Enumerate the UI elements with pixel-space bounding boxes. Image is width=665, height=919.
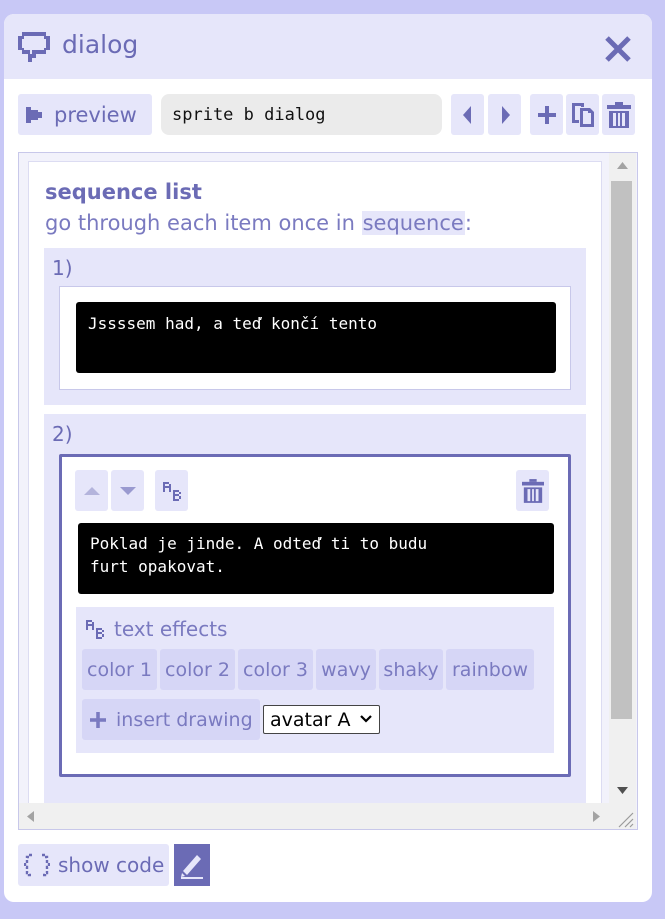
text-effects-header: text effects (84, 617, 227, 641)
vertical-scrollbar[interactable] (609, 153, 636, 803)
trash-icon (521, 478, 544, 503)
dialog-textarea[interactable]: Jssssem had, a teď končí tento (76, 302, 556, 373)
copy-button[interactable] (566, 94, 599, 135)
effect-rainbow-button[interactable]: rainbow (446, 649, 534, 690)
title-bar: dialog (4, 14, 652, 79)
item-number: 2) (52, 422, 73, 446)
move-down-button[interactable] (111, 470, 144, 511)
effect-wavy-button[interactable]: wavy (316, 649, 376, 690)
drawing-select-value: avatar A (270, 708, 351, 731)
delete-item-button[interactable] (516, 470, 549, 511)
close-icon[interactable] (605, 36, 631, 62)
sequence-description: go through each item once in sequence: (45, 211, 472, 235)
item-editor: Jssssem had, a teď končí tento (59, 286, 571, 390)
next-icon (501, 105, 510, 124)
window-title: dialog (62, 30, 139, 59)
text-effects-toggle-button[interactable] (155, 470, 188, 511)
preview-button[interactable]: preview (18, 94, 152, 135)
resize-grip-icon (618, 812, 634, 828)
add-icon (90, 711, 106, 728)
add-button[interactable] (530, 94, 563, 135)
pencil-icon (181, 855, 203, 879)
arrow-down-icon (119, 486, 136, 495)
sequence-item: 1) Jssssem had, a teď končí tento (44, 248, 586, 405)
previous-button[interactable] (451, 94, 484, 135)
scroll-up-icon[interactable] (617, 162, 628, 169)
effect-color1-button[interactable]: color 1 (82, 649, 157, 690)
dialog-panel: dialog preview sprite b dialog sequence … (4, 14, 652, 902)
dialog-name-input[interactable] (161, 94, 442, 135)
move-up-button[interactable] (75, 470, 108, 511)
scroll-right-icon[interactable] (593, 811, 600, 822)
description-prefix: go through each item once in (45, 211, 362, 235)
text-effects-icon (86, 620, 104, 639)
effect-color2-button[interactable]: color 2 (160, 649, 235, 690)
scroll-left-icon[interactable] (27, 811, 34, 822)
play-icon (26, 106, 42, 123)
footer: show code (18, 844, 638, 888)
code-braces-icon (24, 853, 50, 877)
sequence-title: sequence list (45, 180, 202, 204)
scroll-down-icon[interactable] (617, 787, 628, 794)
arrow-up-icon (83, 486, 100, 495)
effect-color3-button[interactable]: color 3 (238, 649, 313, 690)
insert-drawing-label: insert drawing (116, 708, 253, 731)
text-effects-title: text effects (114, 617, 228, 641)
horizontal-scrollbar[interactable] (19, 803, 636, 829)
sequence-card: sequence list go through each item once … (28, 161, 602, 821)
show-code-label: show code (58, 853, 165, 877)
editor-scroll-area[interactable]: sequence list go through each item once … (18, 152, 638, 830)
next-button[interactable] (488, 94, 521, 135)
effect-shaky-button[interactable]: shaky (379, 649, 443, 690)
text-effects-panel: text effects color 1 color 2 color 3 wav… (76, 607, 554, 753)
trash-icon (606, 101, 631, 128)
dialog-textarea[interactable]: Poklad je jinde. A odteď ti to budu furt… (78, 523, 554, 594)
delete-button[interactable] (602, 94, 635, 135)
edit-button[interactable] (174, 844, 210, 886)
add-icon (537, 105, 556, 124)
vertical-scroll-thumb[interactable] (611, 181, 632, 719)
preview-label: preview (54, 102, 137, 127)
copy-icon (571, 102, 594, 127)
sequence-item: 2) Poklad je jinde. A odteď ti to budu f… (44, 414, 586, 806)
resize-grip[interactable] (609, 803, 636, 829)
show-code-button[interactable]: show code (18, 844, 169, 886)
toolbar: preview (18, 94, 638, 136)
sequence-type-chip[interactable]: sequence (361, 211, 465, 235)
item-editor-selected: Poklad je jinde. A odteď ti to budu furt… (59, 454, 571, 777)
item-number: 1) (52, 256, 73, 280)
previous-icon (462, 105, 471, 124)
insert-drawing-button[interactable]: insert drawing (82, 699, 260, 740)
chevron-down-icon (360, 715, 372, 723)
description-suffix: : (464, 211, 472, 235)
text-effects-icon (162, 481, 181, 501)
drawing-select[interactable]: avatar A (263, 705, 380, 734)
speech-bubble-icon (18, 32, 50, 62)
